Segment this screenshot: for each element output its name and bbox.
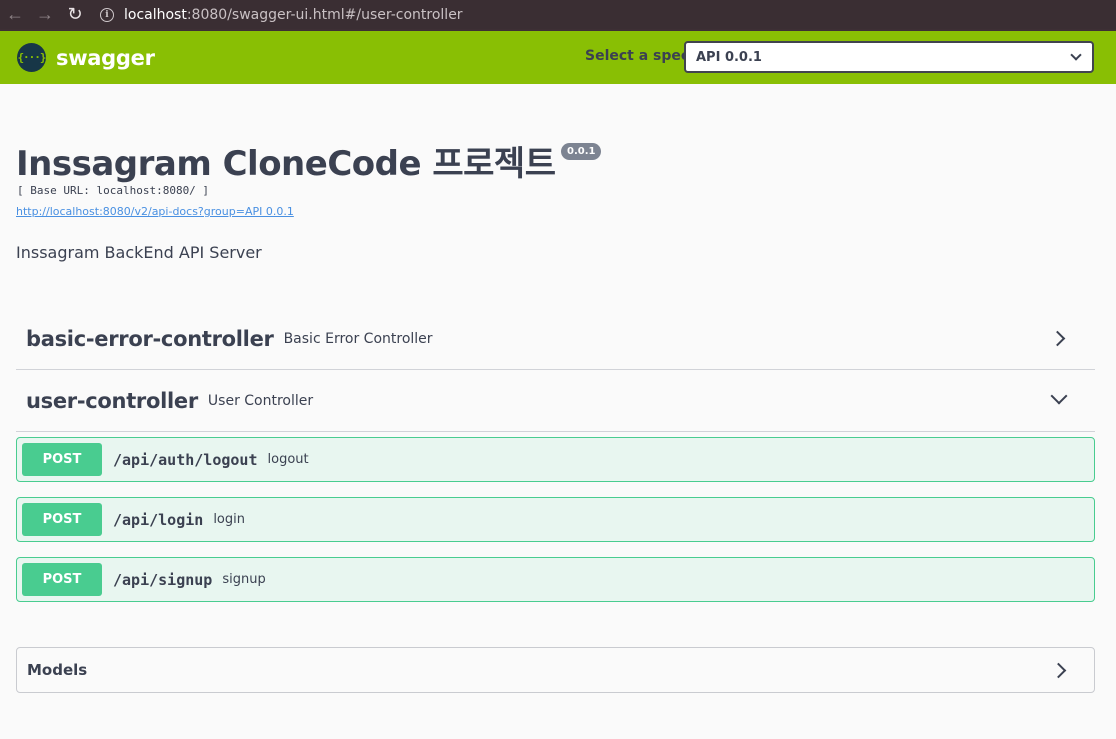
operation-post-logout[interactable]: POST /api/auth/logout logout xyxy=(16,437,1095,482)
browser-toolbar: ← → ↻ i localhost:8080/swagger-ui.html#/… xyxy=(0,0,1116,29)
address-bar[interactable]: i localhost:8080/swagger-ui.html#/user-c… xyxy=(100,7,463,23)
operation-path: /api/login xyxy=(113,510,204,529)
swagger-logo[interactable]: {···} swagger xyxy=(17,43,155,72)
forward-arrow-icon[interactable]: → xyxy=(30,0,60,29)
operation-path: /api/signup xyxy=(113,570,213,589)
spec-select[interactable]: API 0.0.1 xyxy=(684,41,1094,73)
url-text[interactable]: localhost:8080/swagger-ui.html#/user-con… xyxy=(124,7,463,23)
tag-name: user-controller xyxy=(26,388,198,413)
tag-description: User Controller xyxy=(207,392,314,409)
swagger-logo-text: swagger xyxy=(56,45,155,70)
tag-description: Basic Error Controller xyxy=(283,330,433,347)
method-badge: POST xyxy=(22,563,102,596)
operation-summary: signup xyxy=(222,572,266,587)
models-label: Models xyxy=(27,661,88,679)
page-title: Inssagram CloneCode 프로젝트 xyxy=(16,144,556,184)
url-host: localhost xyxy=(124,6,187,23)
url-path: :8080/swagger-ui.html#/user-controller xyxy=(186,6,463,23)
operation-path: /api/auth/logout xyxy=(113,450,258,469)
swagger-logo-icon: {···} xyxy=(17,43,47,72)
chevron-right-icon[interactable] xyxy=(1050,662,1067,679)
tag-user-controller[interactable]: user-controller User Controller xyxy=(16,370,1095,432)
tag-basic-error-controller[interactable]: basic-error-controller Basic Error Contr… xyxy=(16,308,1095,370)
operation-post-login[interactable]: POST /api/login login xyxy=(16,497,1095,542)
info-icon[interactable]: i xyxy=(100,7,114,22)
chevron-down-icon xyxy=(1070,49,1082,61)
spec-select-value: API 0.0.1 xyxy=(696,49,762,65)
method-badge: POST xyxy=(22,503,102,536)
reload-icon[interactable]: ↻ xyxy=(60,0,90,29)
version-badge: 0.0.1 xyxy=(561,143,602,160)
chevron-right-icon[interactable] xyxy=(1049,330,1066,347)
method-badge: POST xyxy=(22,443,102,476)
operation-post-signup[interactable]: POST /api/signup signup xyxy=(16,557,1095,602)
models-section[interactable]: Models xyxy=(16,647,1095,693)
operation-summary: login xyxy=(213,512,245,527)
spec-select-label: Select a spec xyxy=(585,48,690,64)
swagger-topbar: {···} swagger Select a spec API 0.0.1 xyxy=(0,29,1116,84)
api-docs-link[interactable]: http://localhost:8080/v2/api-docs?group=… xyxy=(16,205,294,218)
back-arrow-icon[interactable]: ← xyxy=(0,0,30,29)
base-url: [ Base URL: localhost:8080/ ] xyxy=(17,184,210,197)
tag-name: basic-error-controller xyxy=(26,326,274,351)
operation-summary: logout xyxy=(267,452,309,467)
chevron-down-icon[interactable] xyxy=(1050,387,1068,405)
api-description: Inssagram BackEnd API Server xyxy=(16,243,262,262)
